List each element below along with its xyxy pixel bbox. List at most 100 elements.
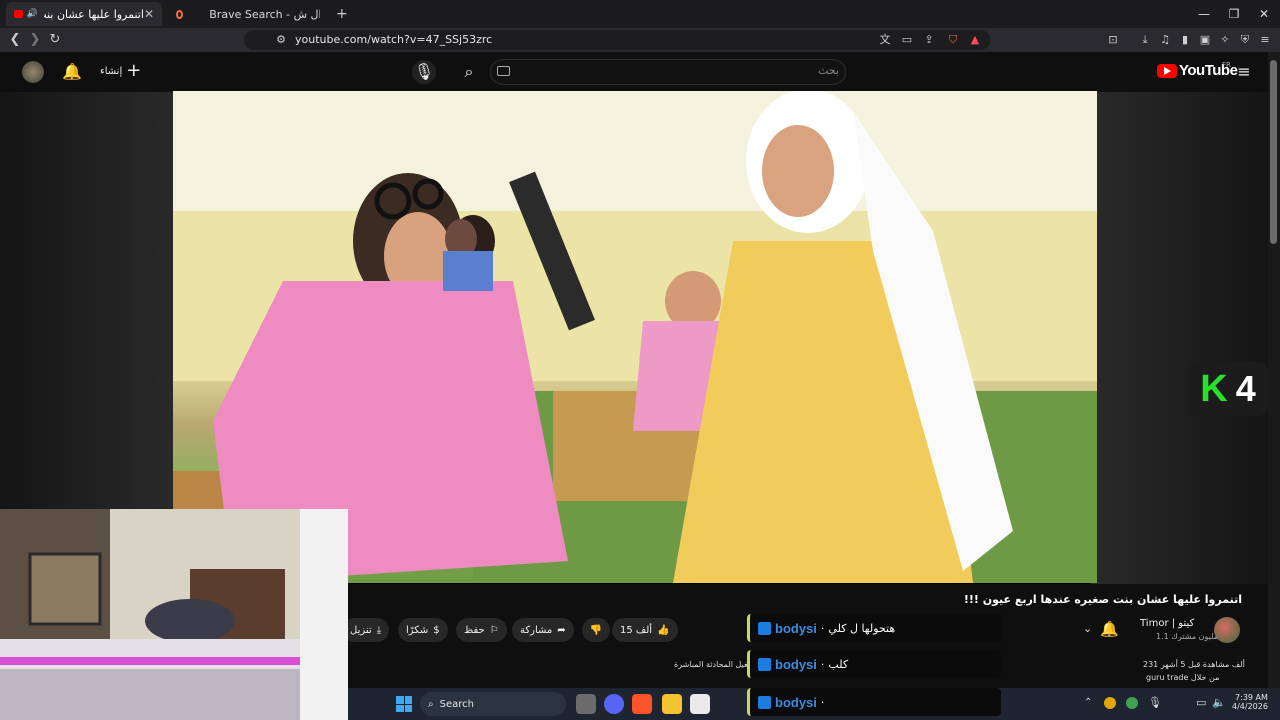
search-icon[interactable]: ⌕ [457, 60, 481, 84]
description-line: guru trade من خلال [1146, 673, 1220, 682]
forward-icon[interactable]: ❯ [27, 32, 43, 48]
downloads-icon[interactable]: ⤓ [1138, 33, 1152, 47]
sidebar-toggle-icon[interactable]: ⊡ [1106, 33, 1120, 47]
task-view-icon[interactable] [576, 694, 596, 714]
taskbar-search-icon: ⌕ [428, 698, 434, 710]
chat-text: كلب [828, 657, 849, 671]
download-label: تنزيل [350, 624, 372, 636]
share-icon[interactable]: ⇪ [922, 33, 936, 47]
back-icon[interactable]: ❮ [7, 32, 23, 48]
dollar-icon: $ [433, 624, 440, 636]
region-code: FR [1222, 61, 1231, 69]
thanks-button[interactable]: شكرًا $ [398, 618, 448, 642]
account-avatar[interactable] [22, 61, 44, 83]
close-tab-icon[interactable]: ✕ [144, 7, 154, 21]
brave-shields-icon[interactable]: ⛉ [946, 33, 960, 47]
likes-count: 15 ألف [620, 624, 653, 636]
chat-username: bodysi [775, 620, 817, 636]
menu-icon[interactable]: ≡ [1258, 33, 1272, 47]
clock-date: 4/4/2026 [1232, 702, 1268, 711]
keyboard-icon[interactable] [497, 66, 510, 76]
bookmark-save-icon: ⚐ [489, 624, 499, 636]
maximize-icon[interactable]: ❐ [1226, 6, 1242, 22]
tray-chevron-icon[interactable]: ⌃ [1084, 697, 1092, 708]
plus-icon: + [126, 60, 142, 81]
subscriber-count: 1.1 مليون مشترك [1156, 632, 1219, 641]
vpn-icon[interactable]: ⛨ [1238, 33, 1252, 47]
like-button[interactable]: 15 ألف 👍 [612, 618, 678, 642]
thanks-label: شكرًا [406, 624, 429, 636]
save-label: حفظ [464, 624, 485, 636]
tab-active[interactable]: 🔊 اتنمروا عليها عشان بنت صغيره ✕ [6, 2, 162, 26]
discord-icon[interactable] [604, 694, 624, 714]
share-button[interactable]: مشاركة ➦ [512, 618, 574, 642]
taskbar-search-label: Search [439, 698, 474, 710]
brave-browser-icon[interactable] [632, 694, 652, 714]
url-text: youtube.com/watch?v=47_SSj53zrc [295, 33, 493, 46]
windows-start-icon[interactable] [396, 696, 412, 712]
file-explorer-icon[interactable] [662, 694, 682, 714]
tray-app-icon[interactable] [1126, 697, 1138, 709]
video-title: اتنمروا عليها عشان بنت صغيره عندها اربع … [963, 593, 1242, 606]
chat-username: bodysi [775, 656, 817, 672]
youtube-play-icon [1157, 63, 1177, 78]
notifications-icon[interactable]: 🔔 [60, 60, 84, 84]
chat-separator: · [820, 695, 825, 709]
new-tab-button[interactable]: + [336, 6, 348, 22]
webcam-illustration [0, 509, 348, 720]
chat-message: bodysi · هتحولها ل كلي [747, 614, 1001, 642]
share-arrow-icon: ➦ [557, 624, 566, 636]
download-button[interactable]: تنزيل ⤓ [342, 618, 390, 642]
taskbar-search[interactable]: ⌕ Search [420, 692, 566, 716]
chat-message: bodysi · [747, 688, 1001, 716]
chat-separator: · [820, 657, 825, 671]
tab-title: اتنمروا عليها عشان بنت صغيره [44, 7, 144, 21]
volume-icon[interactable]: 🔈 [1212, 696, 1226, 709]
taskbar-clock[interactable]: 7:39 AM 4/4/2026 [1232, 693, 1268, 711]
network-icon[interactable]: ▭ [1196, 696, 1206, 709]
subscription-bell-icon[interactable]: 🔔 [1100, 620, 1119, 638]
watermark-number: 4 [1235, 368, 1256, 409]
minimize-icon[interactable]: — [1196, 6, 1212, 22]
picture-in-picture-icon[interactable]: ▭ [900, 33, 914, 47]
media-icon[interactable]: ♫ [1158, 33, 1172, 47]
chat-text: هتحولها ل كلي [828, 621, 896, 635]
microsoft-store-icon[interactable] [690, 694, 710, 714]
tab-inactive[interactable]: Brave Search - يلد ب حرف ال ش [168, 2, 328, 26]
brave-rewards-icon[interactable]: ▲ [968, 33, 982, 47]
webcam-overlay [0, 509, 348, 720]
channel-name[interactable]: كيتو | Timor [1140, 618, 1194, 629]
channel-watermark: K 4 [1188, 362, 1268, 416]
create-button[interactable]: إنشاء + [100, 60, 142, 81]
share-label: مشاركة [520, 624, 553, 636]
search-input[interactable] [490, 59, 846, 85]
live-chat-teaser[interactable]: تشغيل المحادثة المباشرة [674, 660, 757, 669]
reload-icon[interactable]: ↻ [47, 32, 63, 48]
tray-app-icon[interactable] [1104, 697, 1116, 709]
chevron-down-icon[interactable]: ⌄ [1083, 622, 1092, 635]
microphone-icon[interactable]: 🎙 [1148, 696, 1162, 709]
guide-menu-icon[interactable]: ≡ [1232, 60, 1256, 84]
save-button[interactable]: حفظ ⚐ [456, 618, 507, 642]
voice-search-icon[interactable]: 🎙 [412, 60, 436, 84]
scrollbar-thumb[interactable] [1270, 60, 1277, 244]
wallet-icon[interactable]: ▣ [1198, 33, 1212, 47]
watermark-letter: K [1200, 367, 1228, 410]
thumbs-down-icon: 👎 [589, 624, 603, 636]
side-panel-icon[interactable]: ▮ [1178, 33, 1192, 47]
create-label: إنشاء [100, 65, 123, 77]
clock-time: 7:39 AM [1235, 693, 1268, 702]
site-info-icon[interactable]: ⚙ [274, 33, 288, 47]
description-views: 231 ألف مشاهدة قبل 5 أشهر [1143, 660, 1245, 669]
translate-icon[interactable]: 文 [878, 33, 892, 47]
leo-ai-icon[interactable]: ✧ [1218, 33, 1232, 47]
tab-title: Brave Search - يلد ب حرف ال ش [209, 7, 320, 21]
close-window-icon[interactable]: ✕ [1256, 6, 1272, 22]
brave-favicon-icon [176, 9, 184, 19]
speaker-icon: 🔊 [26, 9, 38, 19]
dislike-button[interactable]: 👎 [582, 618, 610, 642]
youtube-favicon-icon [14, 10, 23, 18]
chat-separator: · [820, 621, 825, 635]
search-placeholder: بحث [818, 64, 839, 77]
kick-logo-icon [758, 621, 771, 635]
